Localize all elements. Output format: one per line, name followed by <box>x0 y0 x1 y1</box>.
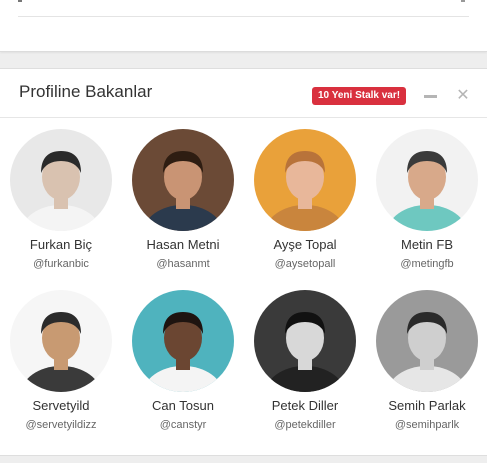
previous-panel <box>0 0 487 52</box>
minimize-icon[interactable] <box>423 89 439 103</box>
avatar[interactable] <box>254 290 356 392</box>
panel-title: Profiline Bakanlar <box>19 82 153 101</box>
visitor-card[interactable]: Metin FB @metingfb <box>366 129 487 270</box>
visitor-card[interactable]: Petek Diller @petekdiller <box>244 290 366 431</box>
visitor-handle[interactable]: @servetyildizz <box>0 419 122 431</box>
visitor-handle[interactable]: @furkanbic <box>0 258 122 270</box>
avatar-photo <box>376 290 478 392</box>
avatar-photo <box>254 290 356 392</box>
avatar[interactable] <box>10 290 112 392</box>
visitor-name[interactable]: Metin FB <box>366 237 487 252</box>
visitor-name[interactable]: Semih Parlak <box>366 398 487 413</box>
visitor-name[interactable]: Furkan Biç <box>0 237 122 252</box>
panel-edge-mark <box>461 0 465 2</box>
avatar-photo <box>254 129 356 231</box>
visitor-handle[interactable]: @metingfb <box>366 258 487 270</box>
avatar-photo <box>376 129 478 231</box>
avatar[interactable] <box>376 129 478 231</box>
visitor-card[interactable]: Semih Parlak @semihparlk <box>366 290 487 431</box>
visitor-card[interactable]: Ayşe Topal @aysetopall <box>244 129 366 270</box>
avatar-photo <box>132 129 234 231</box>
panel-edge-mark <box>18 0 22 2</box>
visitor-name[interactable]: Hasan Metni <box>122 237 244 252</box>
close-icon[interactable]: ✕ <box>455 88 471 104</box>
profile-visitors-panel: Profiline Bakanlar 10 Yeni Stalk var! ✕ … <box>0 68 487 456</box>
visitor-name[interactable]: Can Tosun <box>122 398 244 413</box>
avatar[interactable] <box>376 290 478 392</box>
visitor-name[interactable]: Petek Diller <box>244 398 366 413</box>
avatar[interactable] <box>254 129 356 231</box>
avatar[interactable] <box>132 290 234 392</box>
avatar[interactable] <box>10 129 112 231</box>
visitor-handle[interactable]: @hasanmt <box>122 258 244 270</box>
visitor-handle[interactable]: @semihparlk <box>366 419 487 431</box>
visitor-handle[interactable]: @canstyr <box>122 419 244 431</box>
divider <box>18 16 469 17</box>
visitor-handle[interactable]: @aysetopall <box>244 258 366 270</box>
visitor-name[interactable]: Ayşe Topal <box>244 237 366 252</box>
panel-header: Profiline Bakanlar 10 Yeni Stalk var! ✕ <box>0 69 487 118</box>
visitor-card[interactable]: Can Tosun @canstyr <box>122 290 244 431</box>
visitor-card[interactable]: Servetyild @servetyildizz <box>0 290 122 431</box>
avatar-photo <box>132 290 234 392</box>
avatar[interactable] <box>132 129 234 231</box>
visitor-name[interactable]: Servetyild <box>0 398 122 413</box>
avatar-photo <box>10 290 112 392</box>
new-stalk-badge[interactable]: 10 Yeni Stalk var! <box>312 87 407 105</box>
avatar-photo <box>10 129 112 231</box>
visitor-handle[interactable]: @petekdiller <box>244 419 366 431</box>
visitor-card[interactable]: Furkan Biç @furkanbic <box>0 129 122 270</box>
visitor-card[interactable]: Hasan Metni @hasanmt <box>122 129 244 270</box>
